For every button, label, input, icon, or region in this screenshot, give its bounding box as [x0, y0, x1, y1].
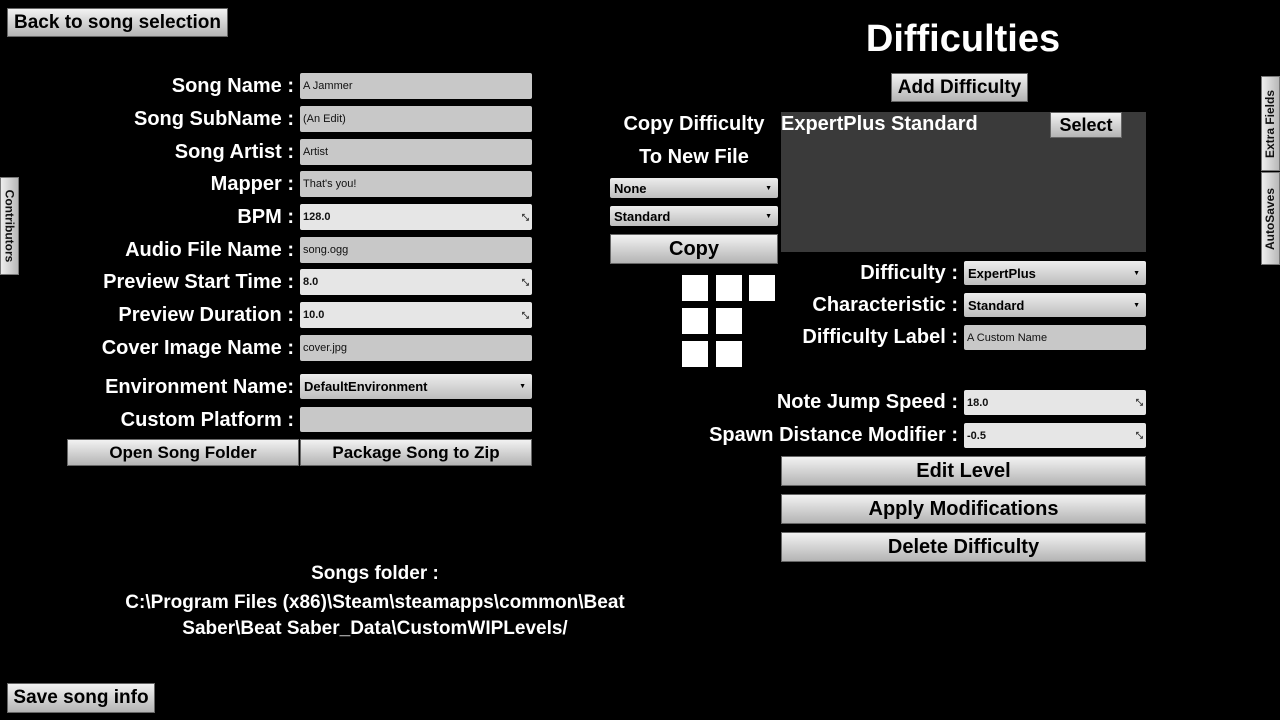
song-field-label: BPM : [237, 206, 294, 228]
copy-difficulty-dropdown[interactable]: None ▼ [610, 178, 778, 198]
characteristic-value: Standard [968, 297, 1025, 313]
song-field-label: Audio File Name : [125, 239, 294, 261]
songs-folder-label: Songs folder : [311, 563, 439, 584]
difficulty-label-label: Difficulty Label : [802, 326, 958, 348]
song-field-label: Preview Duration : [118, 304, 294, 326]
spawn-distance-label: Spawn Distance Modifier : [709, 424, 958, 446]
song-field-label: Song SubName : [133, 108, 294, 130]
copy-difficulty-label: Copy Difficulty [623, 113, 765, 135]
copy-characteristic-value: Standard [614, 208, 671, 224]
autosaves-tab[interactable]: AutoSaves [1261, 172, 1280, 265]
delete-difficulty-button[interactable]: Delete Difficulty [781, 532, 1146, 562]
characteristic-dropdown[interactable]: Standard ▼ [964, 293, 1146, 317]
characteristic-label: Characteristic : [812, 294, 958, 316]
song-field-label: Preview Start Time : [103, 271, 294, 293]
song-field-label: Song Name : [171, 75, 294, 97]
add-difficulty-button[interactable]: Add Difficulty [891, 73, 1028, 102]
song-field-input[interactable]: cover.jpg [300, 335, 532, 361]
dropdown-caret-icon: ▼ [765, 184, 772, 192]
apply-modifications-button[interactable]: Apply Modifications [781, 494, 1146, 524]
song-field-input[interactable]: A Jammer [300, 73, 532, 99]
autosaves-tab-label: AutoSaves [1263, 187, 1278, 250]
package-song-button[interactable]: Package Song to Zip [300, 439, 532, 466]
extra-fields-tab[interactable]: Extra Fields [1261, 76, 1280, 171]
copy-button[interactable]: Copy [610, 234, 778, 264]
dropdown-caret-icon: ▼ [765, 212, 772, 220]
extra-fields-tab-label: Extra Fields [1263, 89, 1278, 158]
difficulty-label: Difficulty : [860, 262, 958, 284]
song-field-input[interactable]: 128.0 [300, 204, 532, 230]
dropdown-caret-icon: ▼ [1133, 301, 1140, 309]
song-field-input[interactable]: (An Edit) [300, 106, 532, 132]
difficulty-value: ExpertPlus [968, 265, 1036, 281]
dropdown-caret-icon: ▼ [1133, 269, 1140, 277]
songs-folder-path-2: Saber\Beat Saber_Data\CustomWIPLevels/ [182, 618, 568, 639]
song-field-label: Song Artist : [174, 141, 294, 163]
difficulty-list-panel: ExpertPlus Standard Select [781, 112, 1146, 252]
song-field-input[interactable]: 10.0 [300, 302, 532, 328]
difficulty-dropdown[interactable]: ExpertPlus ▼ [964, 261, 1146, 285]
song-field-input[interactable]: That's you! [300, 171, 532, 197]
select-difficulty-button[interactable]: Select [1050, 112, 1122, 138]
song-field-input[interactable]: 8.0 [300, 269, 532, 295]
dropdown-caret-icon: ▼ [519, 383, 526, 390]
environment-label: Environment Name: [105, 376, 294, 398]
difficulty-label-input[interactable]: A Custom Name [964, 325, 1146, 350]
note-jump-speed-label: Note Jump Speed : [776, 391, 958, 413]
note-jump-speed-input[interactable]: 18.0 [964, 390, 1146, 415]
song-field-label: Cover Image Name : [101, 337, 294, 359]
to-new-file-label: To New File [639, 146, 749, 168]
copy-characteristic-dropdown[interactable]: Standard ▼ [610, 206, 778, 226]
environment-dropdown[interactable]: DefaultEnvironment ▼ [300, 374, 532, 399]
song-field-input[interactable]: Artist [300, 139, 532, 165]
song-field-label: Mapper : [210, 173, 294, 195]
songs-folder-path-1: C:\Program Files (x86)\Steam\steamapps\c… [125, 592, 625, 613]
spawn-distance-input[interactable]: -0.5 [964, 423, 1146, 448]
difficulty-list-item[interactable]: ExpertPlus Standard [781, 113, 978, 136]
copy-difficulty-value: None [614, 180, 647, 196]
environment-value: DefaultEnvironment [304, 379, 428, 394]
open-song-folder-button[interactable]: Open Song Folder [67, 439, 299, 466]
contributors-tab-label: Contributors [2, 189, 17, 263]
back-to-song-selection-button[interactable]: Back to song selection [7, 8, 228, 37]
song-field-input[interactable]: song.ogg [300, 237, 532, 263]
custom-platform-label: Custom Platform : [120, 409, 294, 431]
edit-level-button[interactable]: Edit Level [781, 456, 1146, 486]
custom-platform-input[interactable] [300, 407, 532, 432]
save-song-info-button[interactable]: Save song info [7, 683, 155, 713]
difficulties-title: Difficulties [865, 18, 1061, 60]
contributors-tab[interactable]: Contributors [0, 177, 19, 275]
